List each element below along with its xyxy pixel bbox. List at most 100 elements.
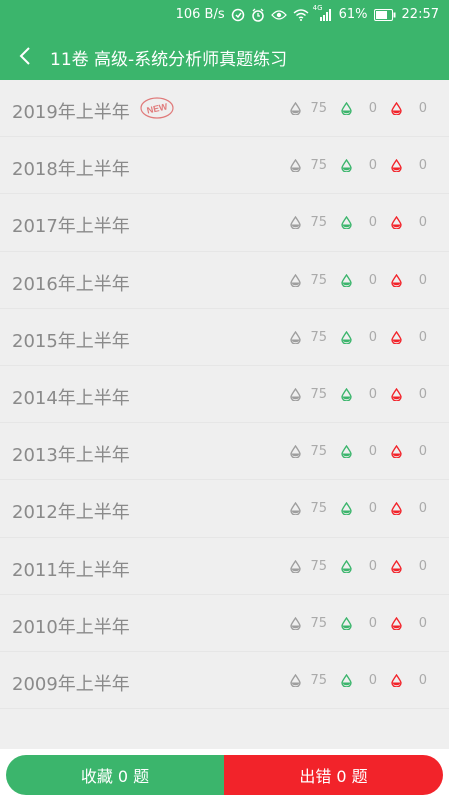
paper-title: 2016年上半年 (12, 273, 130, 295)
paper-list: 2019年上半年 NEW 75 0 0 2018年上半年 75 0 0 2017年上半年 75 0 0 2… (0, 80, 449, 710)
paper-title: 2017年上半年 (12, 216, 130, 238)
total-drop-icon (290, 273, 302, 287)
total-stat: 75 (290, 673, 327, 688)
paper-row[interactable]: 2017年上半年 75 0 0 (0, 194, 449, 252)
correct-stat: 0 (341, 559, 377, 574)
total-drop-icon (290, 445, 302, 459)
total-stat: 75 (290, 559, 327, 574)
paper-row[interactable]: 2013年上半年 75 0 0 (0, 423, 449, 481)
total-count: 75 (310, 101, 327, 116)
paper-stats: 75 0 0 (276, 616, 427, 631)
paper-stats: 75 0 0 (276, 559, 427, 574)
wrong-stat: 0 (391, 673, 427, 688)
correct-stat: 0 (341, 273, 377, 288)
total-count: 75 (310, 158, 327, 174)
correct-drop-icon (341, 673, 352, 687)
signal-icon: 4G (313, 4, 333, 21)
paper-row[interactable]: 2012年上半年 75 0 0 (0, 480, 449, 538)
battery-percent: 61% (338, 7, 368, 22)
wrong-drop-icon (391, 387, 402, 401)
correct-drop-icon (341, 102, 352, 115)
total-stat: 75 (290, 444, 327, 459)
total-count: 75 (310, 501, 327, 517)
eye-icon (270, 9, 287, 21)
paper-row[interactable]: 2014年上半年 75 0 0 (0, 366, 449, 424)
total-drop-icon (290, 159, 302, 173)
paper-row[interactable]: 2010年上半年 75 0 0 (0, 595, 449, 652)
paper-stats: 75 0 0 (276, 273, 427, 288)
total-stat: 75 (290, 330, 327, 345)
wrong-stat: 0 (391, 273, 427, 288)
total-stat: 75 (290, 387, 327, 402)
network-type-label: 4G (312, 4, 323, 12)
correct-count: 0 (368, 215, 377, 231)
wrong-count: 0 (418, 101, 427, 116)
correct-drop-icon (341, 216, 352, 230)
wrong-stat: 0 (391, 387, 427, 402)
toolbar: 11卷 高级-系统分析师真题练习 (0, 32, 449, 80)
status-bar: 106 B/s 4G 61% 22:57 (0, 0, 449, 32)
favorites-button[interactable]: 收藏 0 题 (6, 755, 224, 795)
paper-row[interactable]: 2015年上半年 75 0 0 (0, 309, 449, 366)
paper-title: 2009年上半年 (12, 673, 130, 695)
wrong-drop-icon (391, 673, 402, 687)
wrong-count: 0 (418, 558, 427, 574)
network-speed: 106 B/s (175, 7, 225, 22)
correct-drop-icon (341, 616, 352, 630)
clock: 22:57 (401, 7, 439, 22)
page-title: 11卷 高级-系统分析师真题练习 (50, 50, 288, 70)
wrong-drop-icon (391, 445, 402, 459)
paper-stats: 75 0 0 (276, 501, 427, 516)
correct-count: 0 (368, 615, 377, 631)
total-count: 75 (310, 672, 327, 688)
wrong-stat: 0 (391, 444, 427, 459)
total-drop-icon (290, 330, 302, 344)
wrong-count: 0 (418, 615, 427, 631)
wrong-stat: 0 (391, 559, 427, 574)
total-stat: 75 (290, 101, 327, 116)
wrong-stat: 0 (391, 330, 427, 345)
paper-row[interactable]: 2018年上半年 75 0 0 (0, 137, 449, 195)
wrong-drop-icon (391, 502, 402, 516)
correct-drop-icon (341, 502, 352, 516)
correct-drop-icon (341, 273, 352, 287)
correct-stat: 0 (341, 387, 377, 402)
total-stat: 75 (290, 501, 327, 516)
wrong-drop-icon (391, 559, 402, 573)
total-stat: 75 (290, 273, 327, 288)
correct-count: 0 (368, 158, 377, 174)
errors-button[interactable]: 出错 0 题 (224, 755, 443, 795)
paper-row[interactable]: 2011年上半年 75 0 0 (0, 538, 449, 595)
wrong-count: 0 (418, 158, 427, 174)
paper-row[interactable]: 2016年上半年 75 0 0 (0, 252, 449, 309)
correct-drop-icon (341, 445, 352, 459)
paper-stats: 75 0 0 (276, 330, 427, 345)
paper-title: 2011年上半年 (12, 559, 130, 581)
total-count: 75 (310, 615, 327, 631)
correct-drop-icon (341, 330, 352, 344)
wrong-stat: 0 (391, 158, 427, 173)
correct-drop-icon (341, 159, 352, 173)
total-count: 75 (310, 272, 327, 288)
paper-stats: 75 0 0 (276, 158, 427, 173)
total-drop-icon (290, 502, 302, 516)
correct-count: 0 (368, 558, 377, 574)
paper-title: 2012年上半年 (12, 502, 130, 524)
bottom-action-bar: 收藏 0 题 出错 0 题 (0, 749, 449, 800)
wrong-drop-icon (391, 216, 402, 230)
correct-stat: 0 (341, 673, 377, 688)
total-stat: 75 (290, 215, 327, 230)
back-arrow-icon (19, 47, 30, 65)
correct-stat: 0 (341, 101, 377, 116)
paper-row[interactable]: 2019年上半年 NEW 75 0 0 (0, 80, 449, 138)
back-button[interactable] (14, 44, 38, 68)
paper-stats: 75 0 0 (276, 387, 427, 402)
paper-stats: 75 0 0 (276, 673, 427, 688)
total-stat: 75 (290, 616, 327, 631)
correct-count: 0 (368, 501, 377, 517)
correct-stat: 0 (341, 158, 377, 173)
total-drop-icon (290, 673, 302, 687)
wrong-stat: 0 (391, 215, 427, 230)
correct-count: 0 (368, 329, 377, 345)
paper-row[interactable]: 2009年上半年 75 0 0 (0, 652, 449, 710)
